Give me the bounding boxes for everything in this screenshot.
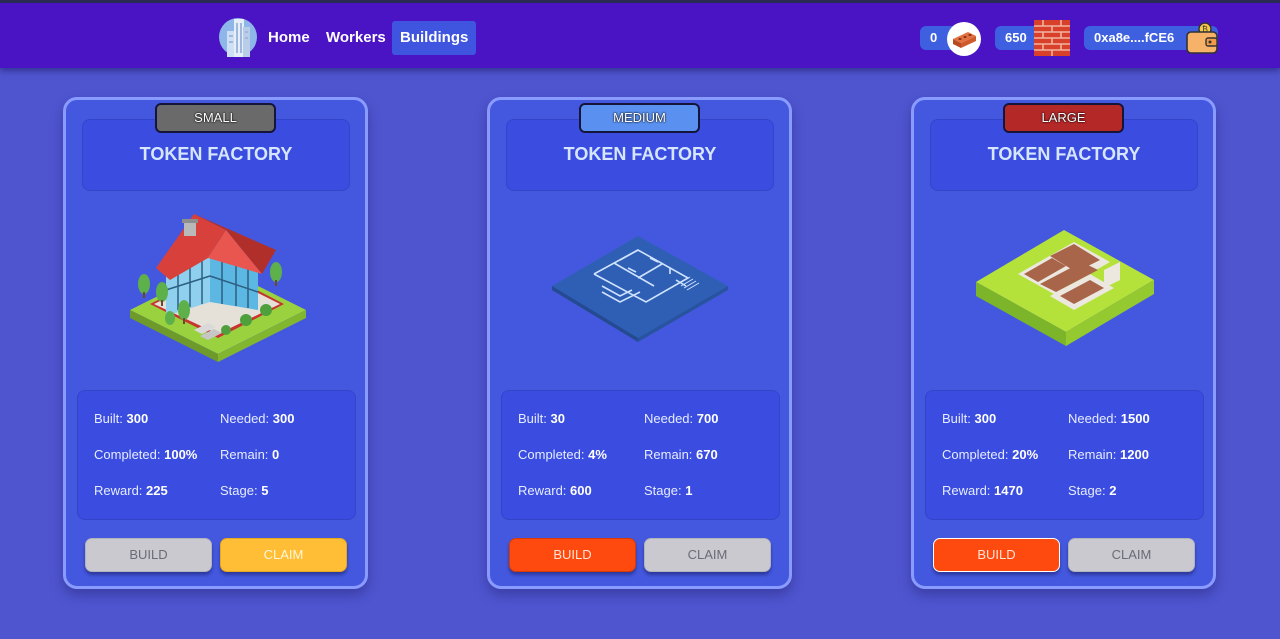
card-title: TOKEN FACTORY [987,144,1141,164]
isometric-blueprint-image [552,236,728,342]
isometric-house-image [130,214,306,362]
size-badge: LARGE [1003,103,1124,133]
build-button[interactable]: BUILD [933,538,1060,572]
brick-wall-icon [1034,20,1070,56]
built-stat: Built: 300 [942,411,997,426]
nav-home[interactable]: Home [260,21,318,55]
nav-workers[interactable]: Workers [318,21,394,55]
nav-buildings[interactable]: Buildings [392,21,477,55]
reward-stat: Reward: 600 [518,483,592,498]
completed-stat: Completed: 100% [94,447,198,462]
isometric-foundation-image [976,230,1154,346]
wallet-address-text: 0xa8e....fCE6 [1094,30,1175,45]
walls-count: 650 [1005,30,1027,45]
claim-button[interactable]: CLAIM [220,538,347,572]
needed-stat: Needed: 300 [220,411,295,426]
completed-stat: Completed: 4% [518,447,607,462]
built-stat: Built: 30 [518,411,565,426]
card-title: TOKEN FACTORY [139,144,293,164]
remain-stat: Remain: 0 [220,447,280,462]
remain-stat: Remain: 1200 [1068,447,1149,462]
stage-stat: Stage: 5 [220,483,269,498]
completed-stat: Completed: 20% [942,447,1039,462]
wallet-icon[interactable]: ₿ [1184,20,1220,56]
card-stats-panel: Built: 300 Needed: 300 Completed: 100% R… [77,390,356,520]
brick-icon [947,22,981,56]
building-card-medium: MEDIUM TOKEN FACTORY Built: 30 Needed: 7 [487,97,792,589]
stage-stat: Stage: 2 [1068,483,1117,498]
build-button[interactable]: BUILD [85,538,212,572]
top-navigation-bar: Home Workers Buildings 0 650 0xa8e....fC… [0,0,1280,68]
card-stats-panel: Built: 30 Needed: 700 Completed: 4% Rema… [501,390,780,520]
building-card-large: LARGE TOKEN FACTORY Built: 300 Needed: 1… [911,97,1216,589]
card-stats-panel: Built: 300 Needed: 1500 Completed: 20% R… [925,390,1204,520]
card-title: TOKEN FACTORY [563,144,717,164]
city-skyscraper-logo-icon[interactable] [218,13,258,59]
building-card-small: SMALL TOKEN FACTORY Built: 300 Needed: 3… [63,97,368,589]
reward-stat: Reward: 225 [94,483,168,498]
size-badge: SMALL [155,103,276,133]
claim-button[interactable]: CLAIM [1068,538,1195,572]
needed-stat: Needed: 1500 [1068,411,1150,426]
size-badge: MEDIUM [579,103,700,133]
claim-button[interactable]: CLAIM [644,538,771,572]
remain-stat: Remain: 670 [644,447,718,462]
built-stat: Built: 300 [94,411,149,426]
needed-stat: Needed: 700 [644,411,719,426]
bricks-count: 0 [930,30,938,45]
reward-stat: Reward: 1470 [942,483,1023,498]
stage-stat: Stage: 1 [644,483,693,498]
build-button[interactable]: BUILD [509,538,636,572]
